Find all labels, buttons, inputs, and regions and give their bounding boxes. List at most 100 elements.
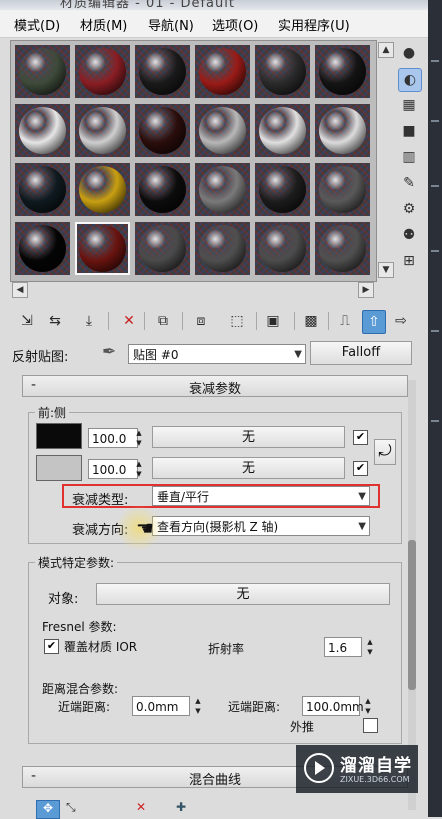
bottom-toolbar: ⇲ ⇆ ⤓ ✕ ⧉ ⧈ ⬚ ▣ ▩ ⎍ ⇧ ⇨ — [10, 307, 418, 335]
eyedropper-icon[interactable]: ✒ — [102, 342, 116, 362]
sample-uv-tiling-icon[interactable]: ■ — [398, 120, 420, 142]
far-distance-arrows[interactable]: ▲ ▼ — [362, 696, 374, 716]
title-bar: 材质编辑器 - 01 - Default — [0, 0, 442, 10]
material-options-icon[interactable]: ⚙ — [398, 198, 420, 220]
object-pick-button[interactable]: 无 — [96, 583, 390, 605]
material-slot[interactable] — [195, 222, 250, 275]
material-slot[interactable] — [255, 45, 310, 98]
menu-options[interactable]: 选项(O) — [212, 15, 258, 34]
make-preview-icon[interactable]: ✎ — [398, 172, 420, 194]
falloff-params-rollout-header[interactable]: - 衰减参数 — [22, 375, 408, 397]
material-id-channel-icon[interactable]: ▣ — [262, 310, 284, 332]
front-amount-arrows[interactable]: ▲ ▼ — [133, 428, 145, 448]
material-slot[interactable] — [135, 45, 190, 98]
menu-material[interactable]: 材质(M) — [80, 15, 127, 34]
material-slot[interactable] — [135, 222, 190, 275]
material-slot[interactable] — [15, 222, 70, 275]
video-color-check-icon[interactable]: ▥ — [398, 146, 420, 168]
material-preview-sphere — [139, 166, 186, 213]
material-slot[interactable] — [195, 163, 250, 216]
material-map-navigator-icon[interactable]: ⊞ — [398, 250, 420, 272]
material-slot[interactable] — [315, 222, 370, 275]
material-slot[interactable] — [315, 163, 370, 216]
menu-bar: 模式(D) 材质(M) 导航(N) 选项(O) 实用程序(U) — [0, 10, 428, 38]
menu-utilities[interactable]: 实用程序(U) — [278, 15, 350, 34]
material-slot[interactable] — [315, 45, 370, 98]
put-to-library-icon[interactable]: ⬚ — [226, 310, 248, 332]
ior-arrows[interactable]: ▲ ▼ — [364, 637, 376, 657]
front-map-checkbox[interactable]: ✔ — [353, 430, 368, 445]
material-slot[interactable] — [135, 163, 190, 216]
material-slot[interactable] — [195, 45, 250, 98]
checker-background-icon[interactable]: ▦ — [398, 94, 420, 116]
material-slot[interactable] — [75, 104, 130, 157]
go-forward-to-sibling-icon[interactable]: ⇨ — [390, 310, 412, 332]
slots-scroll-down-button[interactable]: ▼ — [378, 262, 394, 278]
material-preview-sphere — [19, 107, 66, 154]
curve-add-point-icon[interactable]: ✚ — [176, 800, 186, 814]
falloff-type-dropdown[interactable]: 垂直/平行 ▼ — [152, 486, 370, 506]
near-distance-spinner[interactable]: 0.0mm — [132, 696, 190, 716]
slots-scroll-right-button[interactable]: ▶ — [358, 282, 374, 298]
watermark-name: 溜溜自学 — [340, 756, 412, 776]
material-slot[interactable] — [75, 45, 130, 98]
make-copy-icon[interactable]: ⧉ — [152, 310, 174, 332]
override-ior-checkbox[interactable]: ✔ — [44, 639, 59, 654]
front-color-swatch[interactable] — [36, 423, 82, 449]
menu-navigation[interactable]: 导航(N) — [148, 15, 194, 34]
material-slot[interactable] — [315, 104, 370, 157]
extrapolate-checkbox[interactable] — [363, 718, 378, 733]
falloff-type-label: 衰减类型: — [72, 493, 129, 508]
go-to-parent-icon[interactable]: ⇧ — [362, 310, 386, 334]
swap-colors-icon[interactable]: ⤾ — [374, 439, 396, 465]
material-slot[interactable] — [195, 104, 250, 157]
far-distance-spinner[interactable]: 100.0mm — [302, 696, 364, 716]
material-slot[interactable] — [15, 163, 70, 216]
make-unique-icon[interactable]: ⧈ — [190, 310, 212, 332]
assign-material-icon[interactable]: ⤓ — [78, 310, 100, 332]
side-amount-arrows[interactable]: ▲ ▼ — [133, 459, 145, 479]
curve-scale-icon[interactable]: ⤡ — [66, 800, 76, 815]
material-slot[interactable] — [255, 104, 310, 157]
front-map-button[interactable]: 无 — [152, 426, 345, 448]
watermark-logo-icon — [304, 753, 334, 783]
show-end-result-icon[interactable]: ⎍ — [334, 310, 356, 332]
show-map-in-viewport-icon[interactable]: ▩ — [300, 310, 322, 332]
map-row: 反射贴图: ✒ 贴图 #0 ▼ Falloff — [0, 340, 428, 368]
sample-sphere-icon[interactable]: ● — [398, 42, 420, 64]
material-preview-sphere — [259, 166, 306, 213]
material-slot[interactable] — [135, 104, 190, 157]
material-slot[interactable] — [255, 163, 310, 216]
slots-scroll-up-button[interactable]: ▲ — [378, 42, 394, 58]
front-amount-spinner[interactable]: 100.0 — [88, 428, 138, 448]
override-ior-label: 覆盖材质 IOR — [64, 640, 138, 654]
material-slot[interactable] — [255, 222, 310, 275]
material-preview-sphere — [79, 107, 126, 154]
near-distance-arrows[interactable]: ▲ ▼ — [192, 696, 204, 716]
side-map-checkbox[interactable]: ✔ — [353, 461, 368, 476]
curve-move-icon[interactable]: ✥ — [36, 800, 60, 819]
material-slot[interactable] — [15, 45, 70, 98]
side-map-button[interactable]: 无 — [152, 457, 345, 479]
map-type-button[interactable]: Falloff — [310, 341, 412, 365]
side-amount-spinner[interactable]: 100.0 — [88, 459, 138, 479]
map-name-dropdown[interactable]: 贴图 #0 ▼ — [128, 344, 306, 364]
watermark-url: ZIXUE.3D66.COM — [340, 775, 410, 784]
ior-spinner[interactable]: 1.6 — [324, 637, 362, 657]
material-preview-sphere — [199, 48, 246, 95]
side-color-swatch[interactable] — [36, 455, 82, 481]
curve-delete-icon[interactable]: ✕ — [136, 800, 146, 814]
falloff-direction-dropdown[interactable]: 查看方向(摄影机 Z 轴) ▼ — [152, 516, 370, 536]
menu-modes[interactable]: 模式(D) — [14, 15, 60, 34]
toolbar-separator — [108, 312, 109, 330]
material-preview-sphere — [319, 166, 366, 213]
material-slot[interactable] — [75, 163, 130, 216]
slots-scroll-left-button[interactable]: ◀ — [12, 282, 28, 298]
put-material-icon[interactable]: ⇆ — [44, 310, 66, 332]
backlight-icon[interactable]: ◐ — [398, 68, 422, 92]
material-slot[interactable] — [75, 222, 130, 275]
get-material-icon[interactable]: ⇲ — [16, 310, 38, 332]
material-slot[interactable] — [15, 104, 70, 157]
reset-map-icon[interactable]: ✕ — [118, 310, 140, 332]
select-by-material-icon[interactable]: ⚉ — [398, 224, 420, 246]
